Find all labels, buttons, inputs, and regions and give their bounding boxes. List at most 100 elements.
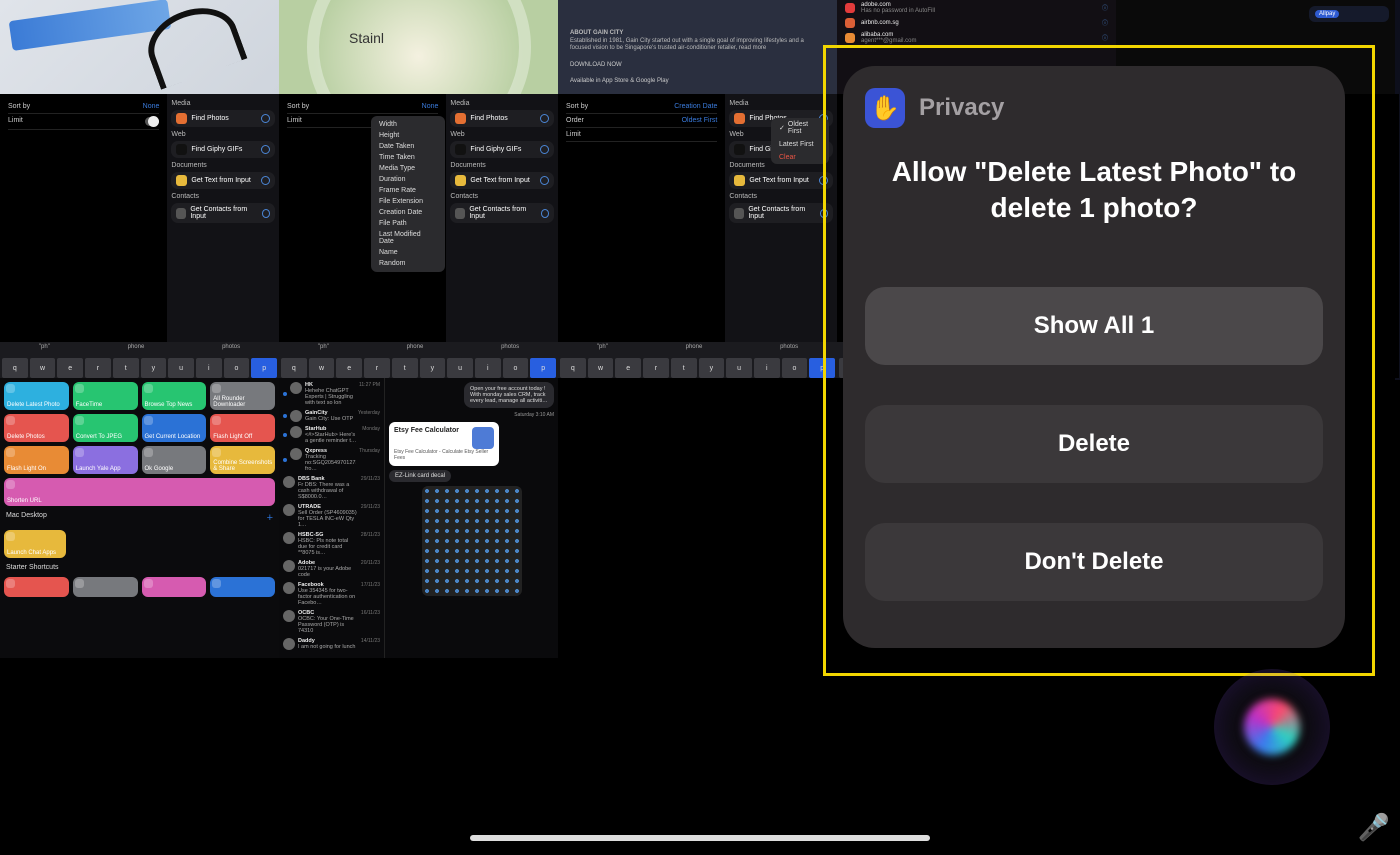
action-get-contacts[interactable]: Get Contacts from Input [171, 203, 275, 223]
sort-option[interactable]: File Extension [371, 196, 445, 207]
starter-tile[interactable] [4, 577, 69, 597]
microphone-icon[interactable]: 🎤 [1358, 812, 1390, 843]
key-p[interactable]: p [251, 358, 277, 378]
show-all-button[interactable]: Show All 1 [865, 287, 1323, 365]
shortcut-tile[interactable]: FaceTime [73, 382, 138, 410]
action-find-giphy[interactable]: Find Giphy GIFs [450, 141, 554, 158]
order-latest-first[interactable]: Latest First [771, 138, 829, 151]
key-t[interactable]: t [392, 358, 418, 378]
action-get-contacts[interactable]: Get Contacts from Input [450, 203, 554, 223]
thumb-shortcuts-library[interactable]: Delete Latest PhotoFaceTimeBrowse Top Ne… [0, 378, 279, 658]
key-o[interactable]: o [503, 358, 529, 378]
starter-tile[interactable] [142, 577, 207, 597]
key-y[interactable]: y [699, 358, 725, 378]
conversation-row[interactable]: OCBCOCBC: Your One-Time Password (OTP) i… [281, 608, 382, 636]
shortcut-tile[interactable]: Ok Google [142, 446, 207, 474]
sort-option[interactable]: Name [371, 247, 445, 258]
password-row[interactable]: airbnb.com.sg ⓘ [837, 15, 1116, 30]
msg-link-card[interactable]: Etsy Fee Calculator Etsy Fee Calculator … [389, 422, 499, 466]
siri-orb[interactable] [1214, 669, 1330, 785]
key-u[interactable]: u [726, 358, 752, 378]
order-clear[interactable]: Clear [771, 151, 829, 164]
key-r[interactable]: r [364, 358, 390, 378]
thumb-usb-hub[interactable] [0, 0, 279, 94]
key-q[interactable]: q [560, 358, 586, 378]
action-find-photos[interactable]: Find Photos [171, 110, 275, 127]
key-o[interactable]: o [224, 358, 250, 378]
key-p[interactable]: p [530, 358, 556, 378]
thumb-shortcut-editor-2[interactable]: Sort byNone Limit WidthHeightDate TakenT… [279, 94, 558, 378]
key-u[interactable]: u [447, 358, 473, 378]
shortcut-tile[interactable]: Flash Light Off [210, 414, 275, 442]
sort-option[interactable]: Creation Date [371, 207, 445, 218]
sort-option[interactable]: Date Taken [371, 141, 445, 152]
key-i[interactable]: i [754, 358, 780, 378]
key-r[interactable]: r [85, 358, 111, 378]
info-icon[interactable] [261, 114, 270, 123]
thumb-shortcut-editor-3[interactable]: Sort byCreation Date OrderOldest First L… [558, 94, 837, 378]
home-indicator[interactable] [470, 835, 930, 841]
shortcut-tile[interactable]: Delete Latest Photo [4, 382, 69, 410]
action-find-giphy[interactable]: Find Giphy GIFs [171, 141, 275, 158]
delete-button[interactable]: Delete [865, 405, 1323, 483]
action-find-photos[interactable]: Find Photos [450, 110, 554, 127]
shortcut-tile[interactable]: All Rounder Downloader [210, 382, 275, 410]
shortcut-tile[interactable]: Shorten URL [4, 478, 275, 506]
info-icon[interactable]: ⓘ [1102, 18, 1108, 27]
shortcut-tile[interactable]: Combine Screenshots & Share [210, 446, 275, 474]
sort-option[interactable]: Width [371, 119, 445, 130]
conversation-row[interactable]: QxpressTracking no:SGQ20549701273 fro… T… [281, 446, 382, 474]
sort-option[interactable]: Duration [371, 174, 445, 185]
shortcut-tile[interactable]: Delete Photos [4, 414, 69, 442]
thumb-shortcut-editor-1[interactable]: Sort byNone Limit Media Find Photos Web … [0, 94, 279, 378]
order-oldest-first[interactable]: Oldest First [771, 118, 829, 138]
key-t[interactable]: t [671, 358, 697, 378]
key-r[interactable]: r [643, 358, 669, 378]
key-p[interactable]: p [809, 358, 835, 378]
action-get-text[interactable]: Get Text from Input [450, 172, 554, 189]
sort-option[interactable]: Last Modified Date [371, 229, 445, 247]
sort-option[interactable]: Height [371, 130, 445, 141]
action-get-text[interactable]: Get Text from Input [171, 172, 275, 189]
key-e[interactable]: e [336, 358, 362, 378]
sort-option[interactable]: File Path [371, 218, 445, 229]
starter-tile[interactable] [73, 577, 138, 597]
sort-field-menu[interactable]: WidthHeightDate TakenTime TakenMedia Typ… [371, 116, 445, 272]
key-q[interactable]: q [2, 358, 28, 378]
conversation-row[interactable]: Adobe021717 is your Adobe code 20/11/23 [281, 558, 382, 580]
info-icon[interactable] [540, 114, 549, 123]
key-y[interactable]: y [141, 358, 167, 378]
sort-option[interactable]: Time Taken [371, 152, 445, 163]
key-i[interactable]: i [475, 358, 501, 378]
info-icon[interactable]: ⓘ [1102, 3, 1108, 12]
key-e[interactable]: e [57, 358, 83, 378]
conversation-row[interactable]: HSBC-SGHSBC: Pls note total due for cred… [281, 530, 382, 558]
shortcut-tile[interactable]: Get Current Location [142, 414, 207, 442]
key-w[interactable]: w [588, 358, 614, 378]
conversation-row[interactable]: DaddyI am not going for lunch 14/11/23 [281, 636, 382, 652]
starter-tile[interactable] [210, 577, 275, 597]
conversation-row[interactable]: HKHehehe ChatGPT Experts | Struggling wi… [281, 380, 382, 408]
order-popover[interactable]: Oldest First Latest First Clear [771, 118, 829, 164]
info-icon[interactable]: ⓘ [1102, 33, 1108, 42]
key-q[interactable]: q [281, 358, 307, 378]
password-row[interactable]: alibaba.comagent***@gmail.com ⓘ [837, 30, 1116, 45]
dont-delete-button[interactable]: Don't Delete [865, 523, 1323, 601]
key-w[interactable]: w [30, 358, 56, 378]
shortcut-tile[interactable]: Browse Top News [142, 382, 207, 410]
sort-option[interactable]: Random [371, 258, 445, 269]
password-row[interactable]: adobe.comHas no password in AutoFill ⓘ [837, 0, 1116, 15]
key-o[interactable]: o [782, 358, 808, 378]
conversation-row[interactable]: FacebookUse 354345 for two-factor authen… [281, 580, 382, 608]
shortcut-tile[interactable]: Convert To JPEG [73, 414, 138, 442]
thumb-gaincity[interactable]: ABOUT GAIN CITY Established in 1981, Gai… [558, 0, 837, 94]
action-get-text[interactable]: Get Text from Input [729, 172, 833, 189]
add-mac-shortcut-icon[interactable]: + [267, 512, 273, 524]
conversation-row[interactable]: StarHub<#>StarHub> Here's a gentle remin… [281, 424, 382, 446]
conversation-row[interactable]: DBS BankFr DBS: There was a cash withdra… [281, 474, 382, 502]
key-e[interactable]: e [615, 358, 641, 378]
key-u[interactable]: u [168, 358, 194, 378]
sort-option[interactable]: Frame Rate [371, 185, 445, 196]
key-y[interactable]: y [420, 358, 446, 378]
thumb-knife[interactable] [279, 0, 558, 94]
